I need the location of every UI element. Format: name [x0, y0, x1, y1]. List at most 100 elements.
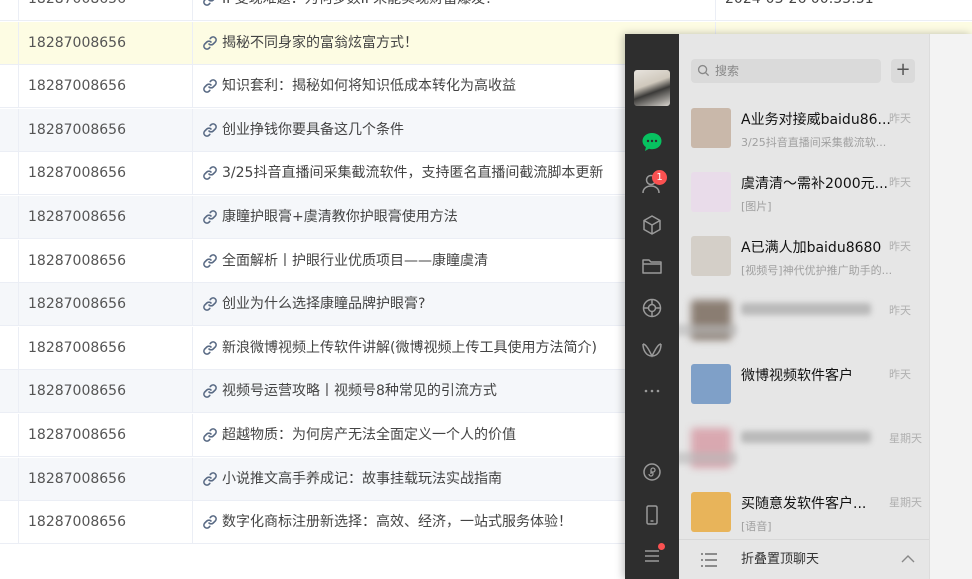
- column-divider: [18, 457, 19, 500]
- title-link[interactable]: 新浪微博视频上传软件讲解(微博视频上传工具使用方法简介): [222, 327, 597, 370]
- column-divider: [18, 283, 19, 326]
- conversation-item[interactable]: 星期天: [679, 416, 929, 480]
- conversation-time: 昨天: [889, 112, 911, 125]
- conversation-avatar: [691, 492, 731, 532]
- title-link[interactable]: 知识套利：揭秘如何将知识低成本转化为高收益: [222, 65, 516, 108]
- column-divider: [18, 196, 19, 238]
- link-icon: [203, 297, 217, 312]
- wechat-window: 1 搜索 + A业务对接威baidu86... 昨天 3/25抖音直播间采集截流…: [625, 34, 972, 579]
- conversation-item[interactable]: A业务对接威baidu86... 昨天 3/25抖音直播间采集截流软...: [679, 96, 929, 160]
- phone-cell: 18287008656: [28, 0, 126, 21]
- phone-cell: 18287008656: [28, 470, 126, 487]
- link-icon: [203, 471, 217, 486]
- title-link[interactable]: IP变现难题：为何多数IP未能实现财富爆发？: [222, 0, 499, 21]
- column-divider: [192, 21, 193, 64]
- title-link[interactable]: 视频号运营攻略丨视频号8种常见的引流方式: [222, 370, 497, 413]
- conversation-time: 昨天: [889, 368, 911, 381]
- phone-cell: 18287008656: [28, 165, 126, 182]
- phone-icon[interactable]: [640, 503, 664, 527]
- conversation-item[interactable]: 微博视频软件客户 昨天: [679, 352, 929, 416]
- add-button[interactable]: +: [891, 59, 915, 83]
- conversation-time: 昨天: [889, 304, 911, 317]
- conversation-name: 虞清清～需补2000元...: [741, 176, 888, 192]
- more-icon[interactable]: [640, 379, 664, 403]
- phone-cell: 18287008656: [28, 514, 126, 531]
- redacted-message: [679, 452, 737, 464]
- title-link[interactable]: 全面解析丨护眼行业优质项目——康瞳虞清: [222, 240, 488, 283]
- column-divider: [18, 414, 19, 456]
- conversation-item[interactable]: 昨天: [679, 288, 929, 352]
- column-divider: [192, 283, 193, 326]
- title-link[interactable]: 创业挣钱你要具备这几个条件: [222, 109, 404, 152]
- contacts-badge: 1: [652, 170, 667, 185]
- phone-cell: 18287008656: [28, 121, 126, 138]
- search-placeholder: 搜索: [715, 64, 740, 78]
- link-icon: [203, 122, 217, 137]
- column-divider: [192, 414, 193, 456]
- phone-cell: 18287008656: [28, 78, 126, 95]
- redacted-name: [741, 431, 871, 443]
- search-icon: [697, 64, 710, 77]
- column-divider: [192, 196, 193, 238]
- user-avatar[interactable]: [634, 70, 670, 106]
- column-divider: [18, 108, 19, 151]
- column-divider: [192, 65, 193, 108]
- column-divider: [18, 501, 19, 544]
- title-link[interactable]: 康瞳护眼膏+虞清教你护眼膏使用方法: [222, 196, 458, 239]
- miniprogram-icon[interactable]: [640, 460, 664, 484]
- link-icon: [203, 210, 217, 224]
- link-icon: [203, 0, 215, 6]
- title-link[interactable]: 数字化商标注册新选择：高效、经济，一站式服务体验！: [222, 501, 572, 544]
- fold-label: 折叠置顶聊天: [741, 552, 820, 567]
- fold-pinned-chats[interactable]: 折叠置顶聊天: [679, 539, 929, 579]
- column-divider: [18, 0, 19, 20]
- conversation-preview: [语音]: [741, 520, 772, 533]
- title-link[interactable]: 揭秘不同身家的富翁炫富方式！: [222, 22, 418, 65]
- phone-cell: 18287008656: [28, 296, 126, 313]
- column-divider: [192, 239, 193, 282]
- conversation-name: A业务对接威baidu86...: [741, 112, 891, 128]
- phone-cell: 18287008656: [28, 427, 126, 443]
- channels-icon[interactable]: [640, 338, 664, 362]
- chat-icon[interactable]: [640, 130, 664, 154]
- conversation-item[interactable]: 虞清清～需补2000元... 昨天 [图片]: [679, 160, 929, 224]
- moments-icon[interactable]: [640, 296, 664, 320]
- title-link[interactable]: 3/25抖音直播间采集截流软件，支持匿名直播间截流脚本更新: [222, 152, 603, 195]
- folder-icon[interactable]: [640, 254, 664, 278]
- search-input[interactable]: 搜索: [691, 59, 881, 83]
- conversation-avatar: [691, 236, 731, 276]
- conversation-name: 买随意发软件客户...: [741, 496, 867, 512]
- chevron-up-icon[interactable]: [901, 554, 915, 564]
- link-icon: [203, 166, 217, 181]
- column-divider: [192, 457, 193, 500]
- phone-cell: 18287008656: [28, 339, 126, 356]
- column-divider: [18, 65, 19, 108]
- column-divider: [192, 326, 193, 369]
- link-icon: [203, 253, 217, 268]
- column-divider: [18, 239, 19, 282]
- conversation-item[interactable]: 买随意发软件客户... 星期天 [语音]: [679, 480, 929, 544]
- chat-pane: [929, 34, 972, 579]
- column-divider: [192, 501, 193, 544]
- column-divider: [18, 370, 19, 413]
- redacted-name: [741, 303, 871, 315]
- column-divider: [192, 370, 193, 413]
- conversation-preview: [视频号]神代优护推广助手的...: [741, 264, 893, 277]
- conversation-time: 昨天: [889, 240, 911, 253]
- conversation-avatar: [691, 172, 731, 212]
- title-link[interactable]: 创业为什么选择康瞳品牌护眼膏?: [222, 283, 425, 326]
- title-link[interactable]: 小说推文高手养成记：故事挂载玩法实战指南: [222, 458, 502, 501]
- column-divider: [715, 0, 716, 20]
- table-row[interactable]: 18287008656 IP变现难题：为何多数IP未能实现财富爆发？ 2024-03…: [0, 0, 972, 21]
- link-icon: [203, 79, 217, 94]
- link-icon: [203, 428, 217, 442]
- redacted-message: [679, 324, 737, 336]
- conversation-item[interactable]: A已满人加baidu8680 昨天 [视频号]神代优护推广助手的...: [679, 224, 929, 288]
- title-link[interactable]: 超越物质：为何房产无法全面定义一个人的价值: [222, 414, 516, 457]
- wechat-nav-bar: 1: [625, 34, 679, 579]
- list-icon: [701, 553, 717, 567]
- conversation-avatar: [691, 364, 731, 404]
- box-icon[interactable]: [640, 213, 664, 237]
- conversation-avatar: [691, 108, 731, 148]
- link-icon: [203, 384, 217, 399]
